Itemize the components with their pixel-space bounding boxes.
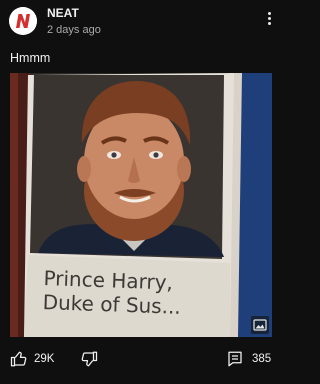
post-image[interactable]: Prince Harry, Duke of Sus... [10,73,272,337]
image-caption-line2: Duke of Sus... [42,289,182,319]
thumbs-up-icon [10,351,27,367]
image-caption: Prince Harry, Duke of Sus... [42,266,182,319]
comment-button[interactable]: 385 [226,350,271,368]
dislike-button[interactable] [80,350,98,368]
channel-name[interactable]: NEAT [47,6,79,20]
more-vert-icon[interactable] [261,10,277,30]
thumbs-down-icon [81,351,98,367]
comment-icon [228,351,242,367]
channel-avatar[interactable] [9,7,37,35]
post-text: Hmmm [10,51,51,65]
comment-count: 385 [252,353,272,365]
neat-logo-icon [9,7,37,35]
post-timestamp: 2 days ago [47,24,101,36]
like-count: 29K [34,353,55,365]
action-bar: 29K 385 [0,346,282,376]
image-icon[interactable] [251,316,269,334]
like-button[interactable]: 29K [10,350,54,368]
post-header: NEAT 2 days ago [0,0,282,42]
